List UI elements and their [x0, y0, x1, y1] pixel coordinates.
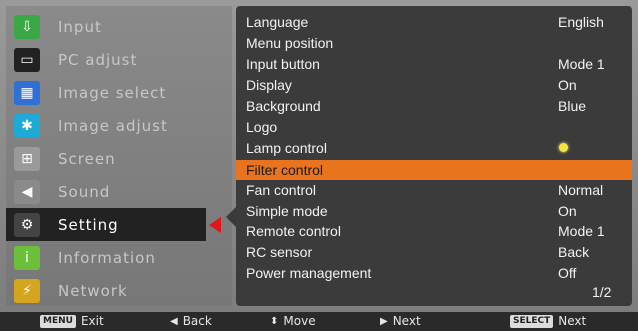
- setting-name: Lamp control: [246, 140, 327, 156]
- setting-value: Blue: [558, 98, 587, 114]
- selection-arrow-icon: [209, 217, 221, 233]
- sidebar-item-image-select[interactable]: ▦ Image select: [6, 76, 232, 109]
- setting-row-lamp-control[interactable]: Lamp control: [236, 138, 632, 158]
- network-icon: ⚡: [14, 278, 40, 303]
- sidebar-item-label: Image adjust: [58, 116, 168, 135]
- footer-back: ◀ Back: [170, 314, 212, 328]
- setting-row-simple-mode[interactable]: Simple mode On: [236, 201, 632, 221]
- setting-name: Menu position: [246, 35, 334, 51]
- sidebar-item-pc-adjust[interactable]: ▭ PC adjust: [6, 43, 232, 76]
- monitor-icon: ▭: [14, 47, 40, 72]
- sidebar-item-network[interactable]: ⚡ Network: [6, 274, 232, 307]
- sidebar-item-label: Image select: [58, 83, 167, 102]
- left-arrow-icon: ◀: [170, 315, 178, 327]
- lamp-icon: [559, 143, 568, 152]
- setting-row-menu-position[interactable]: Menu position: [236, 33, 632, 53]
- setting-row-filter-control[interactable]: Filter control: [236, 160, 632, 180]
- menu-key-icon: MENU: [40, 314, 76, 328]
- back-label: Back: [182, 314, 212, 328]
- select-next-label: Next: [558, 314, 587, 328]
- settings-panel: Language English Menu position Input but…: [236, 6, 632, 306]
- sidebar-item-label: Network: [58, 281, 128, 300]
- setting-value: English: [558, 14, 604, 30]
- setting-value: On: [558, 203, 577, 219]
- setting-row-display[interactable]: Display On: [236, 75, 632, 95]
- setting-row-fan-control[interactable]: Fan control Normal: [236, 180, 632, 200]
- sidebar-item-setting[interactable]: ⚙ Setting: [6, 208, 221, 241]
- footer-select-next: SELECT Next: [510, 314, 586, 328]
- exit-label: Exit: [80, 314, 104, 328]
- setting-row-logo[interactable]: Logo: [236, 117, 632, 137]
- footer-next: ▶ Next: [380, 314, 421, 328]
- setting-value: Normal: [558, 182, 604, 198]
- next-label: Next: [392, 314, 421, 328]
- screen-icon: ⊞: [14, 146, 40, 171]
- info-icon: i: [14, 245, 40, 270]
- sidebar-item-label: Sound: [58, 182, 111, 201]
- setting-name: Simple mode: [246, 203, 328, 219]
- speaker-icon: ◀: [14, 179, 40, 204]
- up-down-arrow-icon: ⬍: [270, 315, 279, 327]
- sidebar-item-label: Setting: [58, 215, 119, 234]
- footer-help-bar: MENU Exit ◀ Back ⬍ Move ▶ Next SELECT Ne…: [0, 312, 638, 331]
- sidebar-item-label: PC adjust: [58, 50, 138, 69]
- setting-row-input-button[interactable]: Input button Mode 1: [236, 54, 632, 74]
- setting-name: Input button: [246, 56, 320, 72]
- setting-name: Filter control: [246, 162, 324, 178]
- sidebar-item-label: Input: [58, 17, 102, 36]
- sidebar: ⇩ Input ▭ PC adjust ▦ Image select ✱ Ima…: [6, 6, 232, 306]
- page-indicator: 1/2: [592, 284, 612, 300]
- setting-value: Mode 1: [558, 223, 605, 239]
- setting-name: RC sensor: [246, 244, 313, 260]
- image-adjust-icon: ✱: [14, 113, 40, 138]
- panel-pointer-icon: [226, 207, 236, 227]
- setting-icon: ⚙: [14, 212, 40, 237]
- setting-row-background[interactable]: Background Blue: [236, 96, 632, 116]
- move-label: Move: [283, 314, 316, 328]
- setting-name: Power management: [246, 265, 372, 281]
- setting-value: Off: [558, 265, 577, 281]
- sidebar-item-screen[interactable]: ⊞ Screen: [6, 142, 232, 175]
- setting-row-remote-control[interactable]: Remote control Mode 1: [236, 221, 632, 241]
- sidebar-item-sound[interactable]: ◀ Sound: [6, 175, 232, 208]
- setting-value: Mode 1: [558, 56, 605, 72]
- setting-name: Background: [246, 98, 321, 114]
- select-key-icon: SELECT: [510, 314, 554, 328]
- sidebar-item-label: Screen: [58, 149, 116, 168]
- setting-name: Display: [246, 77, 292, 93]
- setting-row-language[interactable]: Language English: [236, 12, 632, 32]
- footer-exit: MENU Exit: [40, 314, 104, 328]
- setting-name: Remote control: [246, 223, 341, 239]
- setting-row-power-management[interactable]: Power management Off: [236, 263, 632, 283]
- right-arrow-icon: ▶: [380, 315, 388, 327]
- sidebar-item-input[interactable]: ⇩ Input: [6, 10, 232, 43]
- setting-name: Language: [246, 14, 309, 30]
- image-select-icon: ▦: [14, 80, 40, 105]
- setting-row-rc-sensor[interactable]: RC sensor Back: [236, 242, 632, 262]
- input-icon: ⇩: [14, 14, 40, 39]
- sidebar-item-label: Information: [58, 248, 156, 267]
- footer-move: ⬍ Move: [270, 314, 316, 328]
- setting-value: On: [558, 77, 577, 93]
- setting-value: Back: [558, 244, 590, 260]
- setting-name: Fan control: [246, 182, 317, 198]
- sidebar-item-image-adjust[interactable]: ✱ Image adjust: [6, 109, 232, 142]
- sidebar-item-information[interactable]: i Information: [6, 241, 232, 274]
- setting-name: Logo: [246, 119, 278, 135]
